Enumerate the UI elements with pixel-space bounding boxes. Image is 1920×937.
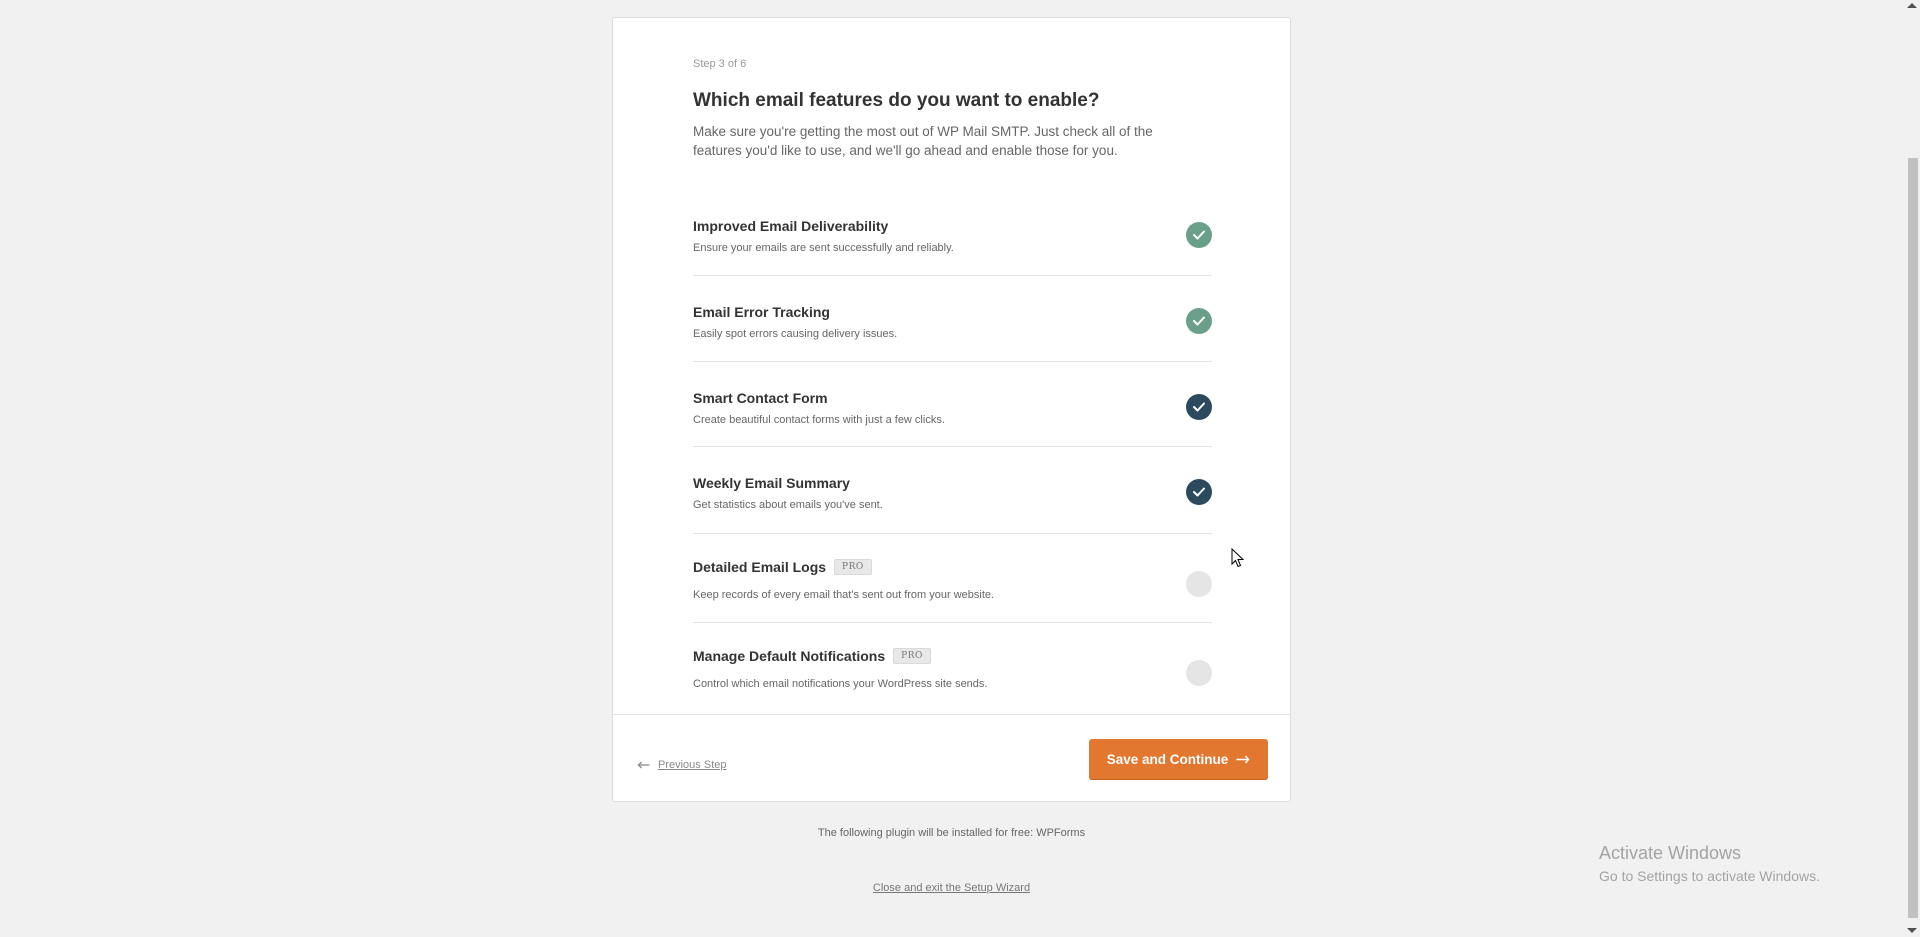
feature-title-text: Detailed Email Logs (693, 559, 827, 575)
previous-step-label: Previous Step (658, 759, 727, 771)
save-and-continue-label: Save and Continue (1106, 751, 1229, 767)
feature-description: Get statistics about emails you've sent. (693, 499, 883, 511)
feature-manage-default-notifications[interactable]: Manage Default Notifications PRO Control… (693, 623, 1212, 713)
footer-divider (613, 714, 1290, 715)
vertical-scrollbar[interactable] (1903, 0, 1920, 937)
save-and-continue-button[interactable]: Save and Continue (1089, 739, 1268, 779)
check-icon[interactable] (1186, 222, 1212, 248)
feature-email-error-tracking[interactable]: Email Error Tracking Easily spot errors … (693, 276, 1212, 362)
step-indicator: Step 3 of 6 (693, 58, 747, 70)
page-description: Make sure you're getting the most out of… (693, 124, 1153, 158)
feature-title: Manage Default Notifications PRO (693, 648, 931, 664)
pro-badge: PRO (834, 559, 872, 575)
feature-list: Improved Email Deliverability Ensure you… (693, 190, 1212, 713)
pro-badge: PRO (893, 648, 931, 664)
feature-title-text: Manage Default Notifications (693, 648, 886, 664)
checkmark-icon (1193, 230, 1205, 240)
wizard-card: Step 3 of 6 Which email features do you … (612, 17, 1291, 802)
arrow-left-icon (637, 761, 650, 769)
feature-title: Detailed Email Logs PRO (693, 559, 872, 575)
arrow-right-icon (1236, 755, 1250, 763)
feature-title: Weekly Email Summary (693, 475, 850, 491)
unchecked-circle-icon[interactable] (1186, 660, 1212, 686)
scroll-up-arrow-icon[interactable] (1907, 3, 1917, 8)
mouse-cursor-icon (1231, 548, 1244, 568)
feature-description: Control which email notifications your W… (693, 678, 988, 690)
feature-weekly-email-summary[interactable]: Weekly Email Summary Get statistics abou… (693, 447, 1212, 534)
feature-description: Easily spot errors causing delivery issu… (693, 328, 898, 340)
scroll-thumb[interactable] (1908, 158, 1918, 918)
checkmark-icon (1193, 402, 1205, 412)
feature-detailed-email-logs[interactable]: Detailed Email Logs PRO Keep records of … (693, 534, 1212, 623)
unchecked-circle-icon[interactable] (1186, 571, 1212, 597)
feature-title: Smart Contact Form (693, 390, 828, 406)
feature-title-text: Smart Contact Form (693, 390, 828, 406)
feature-description: Ensure your emails are sent successfully… (693, 242, 954, 254)
feature-smart-contact-form[interactable]: Smart Contact Form Create beautiful cont… (693, 362, 1212, 447)
checkmark-icon (1193, 316, 1205, 326)
watermark-title: Activate Windows (1599, 843, 1742, 863)
check-icon[interactable] (1186, 308, 1212, 334)
feature-title-text: Email Error Tracking (693, 304, 830, 320)
watermark-subtitle: Go to Settings to activate Windows. (1599, 868, 1820, 884)
check-icon[interactable] (1186, 479, 1212, 505)
windows-activation-watermark: Activate Windows Go to Settings to activ… (1599, 843, 1820, 884)
checkmark-icon (1193, 487, 1205, 497)
feature-title-text: Improved Email Deliverability (693, 218, 889, 234)
feature-description: Keep records of every email that's sent … (693, 589, 995, 601)
scroll-down-arrow-icon[interactable] (1907, 928, 1917, 933)
setup-wizard-page: Step 3 of 6 Which email features do you … (0, 0, 1920, 937)
feature-description: Create beautiful contact forms with just… (693, 414, 945, 426)
feature-title: Improved Email Deliverability (693, 218, 888, 234)
plugin-install-note: The following plugin will be installed f… (817, 827, 1086, 839)
page-title: Which email features do you want to enab… (693, 90, 1100, 111)
feature-title: Email Error Tracking (693, 304, 830, 320)
feature-improved-email-deliverability[interactable]: Improved Email Deliverability Ensure you… (693, 190, 1212, 276)
feature-title-text: Weekly Email Summary (693, 475, 850, 491)
previous-step-link[interactable]: Previous Step (637, 759, 726, 771)
check-icon[interactable] (1186, 394, 1212, 420)
